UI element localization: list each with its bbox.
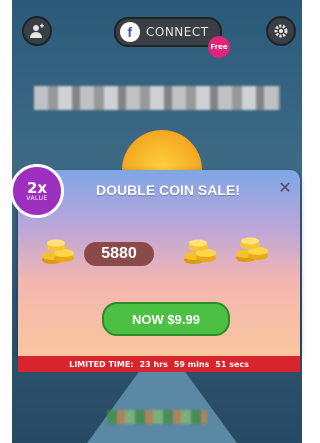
facebook-icon: f (120, 22, 140, 42)
coin-amount: 5880 (84, 242, 154, 266)
coin-stack-icon (42, 239, 74, 264)
badge-multiplier: 2x (26, 178, 48, 197)
double-value-badge: 2x VALUE (10, 164, 64, 218)
buy-now-button[interactable]: NOW $9.99 (102, 302, 230, 336)
screenshot-margin (0, 0, 12, 443)
profile-button[interactable] (22, 16, 52, 46)
limited-time-bar: LIMITED TIME: 23 hrs 59 mins 51 secs (18, 356, 300, 372)
gear-icon (274, 24, 288, 38)
connect-label: CONNECT (146, 25, 209, 39)
blurred-bottom-bar (107, 410, 207, 424)
blurred-title (34, 86, 280, 110)
modal-title: DOUBLE COIN SALE! (96, 182, 240, 198)
timer-mins: 59 mins (173, 359, 210, 369)
user-add-icon (30, 23, 44, 38)
coin-stack-icon (184, 239, 216, 264)
close-icon: ✕ (278, 177, 292, 197)
facebook-connect-button[interactable]: f CONNECT (114, 17, 222, 47)
top-bar: f CONNECT Free (12, 14, 302, 58)
coin-stack-icon (236, 237, 268, 262)
badge-caption: VALUE (26, 194, 48, 202)
limited-label: LIMITED TIME: (69, 359, 134, 369)
timer-hours: 23 hrs (139, 359, 168, 369)
close-button[interactable]: ✕ (276, 177, 294, 197)
timer-secs: 51 secs (215, 359, 249, 369)
free-badge: Free (208, 36, 230, 58)
settings-button[interactable] (266, 16, 296, 46)
